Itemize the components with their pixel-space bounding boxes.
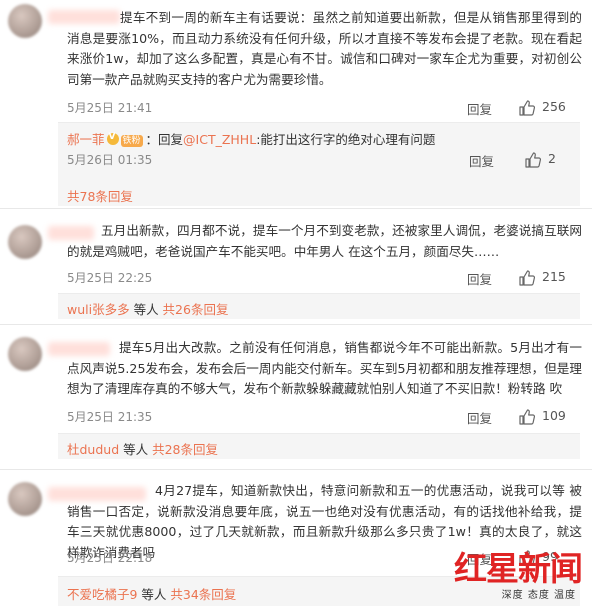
like-button[interactable]: 256 xyxy=(518,99,580,117)
comment-3: 提车5月出大改款。之前没有任何消息，销售都说今年不可能出新款。5月出才有一点风声… xyxy=(0,325,592,465)
like-count: 215 xyxy=(542,269,566,284)
sub-reply-text: :能打出这行字的绝对心理有问题 xyxy=(256,132,436,147)
like-count: 256 xyxy=(542,99,566,114)
comment-meta: 5月25日 22:25 回复 215 xyxy=(67,269,580,287)
comment-time: 5月25日 21:35 xyxy=(67,410,153,424)
comment-time: 5月25日 22:18 xyxy=(67,551,153,565)
comment-meta: 5月25日 21:35 回复 109 xyxy=(67,408,580,426)
sub-reply-meta: 5月26日 01:35 回复 2 xyxy=(67,151,572,169)
more-replies-link[interactable]: 杜dudud 等人 共28条回复 xyxy=(67,439,218,458)
sub-reply-button[interactable]: 回复 xyxy=(469,151,494,170)
reply-box: wuli张多多 等人 共26条回复 xyxy=(58,293,580,319)
reply-button[interactable]: 回复 xyxy=(467,408,492,427)
more-replies-etc: 等人 xyxy=(137,587,171,602)
comment-time: 5月25日 22:25 xyxy=(67,271,153,285)
more-replies-count[interactable]: 共26条回复 xyxy=(163,302,229,317)
more-replies-link[interactable]: 共78条回复 xyxy=(67,186,133,205)
reply-box: 郝一菲 铁粉：回复@ICT_ZHHL:能打出这行字的绝对心理有问题 5月26日 0… xyxy=(58,122,580,206)
thumbs-up-icon xyxy=(519,270,536,286)
comment-text: 提车5月出大改款。之前没有任何消息，销售都说今年不可能出新款。5月出才有一点风声… xyxy=(67,340,582,396)
brand-slogan: 深度 态度 温度 xyxy=(501,590,576,601)
avatar[interactable] xyxy=(8,482,42,516)
verified-icon xyxy=(106,132,119,145)
like-button[interactable]: 109 xyxy=(518,408,580,426)
sub-reply: 郝一菲 铁粉：回复@ICT_ZHHL:能打出这行字的绝对心理有问题 5月26日 0… xyxy=(58,123,580,175)
more-replies-link[interactable]: 不爱吃橘子9 等人 共34条回复 xyxy=(67,584,236,603)
comment-text: 五月出新款，四月都不说，提车一个月不到变老款，还被家里人调侃，老婆说搞互联网的就… xyxy=(67,223,582,259)
avatar[interactable] xyxy=(8,225,42,259)
weibo-comment-feed: 提车不到一周的新车主有话要说：虽然之前知道要出新款，但是从销售那里得到的消息是要… xyxy=(0,0,592,608)
more-replies-count[interactable]: 共78条回复 xyxy=(67,189,133,204)
more-replies-count[interactable]: 共34条回复 xyxy=(170,587,236,602)
sub-reply-line: 郝一菲 铁粉：回复@ICT_ZHHL:能打出这行字的绝对心理有问题 xyxy=(67,129,435,148)
sub-reply-prefix: ：回复 xyxy=(145,132,184,147)
comment-meta: 5月25日 21:41 回复 256 xyxy=(67,99,580,117)
thumbs-up-icon xyxy=(525,152,542,168)
brand-watermark: 红星新闻 深度 态度 温度 xyxy=(444,542,583,601)
more-replies-user[interactable]: 不爱吃橘子9 xyxy=(67,587,137,602)
more-replies-user[interactable]: wuli张多多 xyxy=(67,302,130,317)
fan-badge: 铁粉 xyxy=(120,135,143,147)
like-count: 109 xyxy=(542,408,566,423)
more-replies-link[interactable]: wuli张多多 等人 共26条回复 xyxy=(67,299,228,318)
reply-button[interactable]: 回复 xyxy=(467,269,492,288)
sub-like-button[interactable]: 2 xyxy=(524,151,568,169)
sub-reply-mention[interactable]: @ICT_ZHHL xyxy=(183,132,256,147)
thumbs-up-icon xyxy=(519,100,536,116)
comment-2: 五月出新款，四月都不说，提车一个月不到变老款，还被家里人调侃，老婆说搞互联网的就… xyxy=(0,209,592,319)
more-replies-user[interactable]: 杜dudud xyxy=(67,442,119,457)
more-replies-count[interactable]: 共28条回复 xyxy=(152,442,218,457)
reply-box: 杜dudud 等人 共28条回复 xyxy=(58,433,580,459)
like-button[interactable]: 215 xyxy=(518,269,580,287)
comment-1: 提车不到一周的新车主有话要说：虽然之前知道要出新款，但是从销售那里得到的消息是要… xyxy=(0,0,592,206)
reply-button[interactable]: 回复 xyxy=(467,99,492,118)
avatar[interactable] xyxy=(8,337,42,371)
sub-reply-author[interactable]: 郝一菲 xyxy=(67,132,105,147)
comment-text: 提车不到一周的新车主有话要说：虽然之前知道要出新款，但是从销售那里得到的消息是要… xyxy=(67,10,582,87)
avatar[interactable] xyxy=(8,4,42,38)
comment-time: 5月25日 21:41 xyxy=(67,101,153,115)
more-replies-etc: 等人 xyxy=(119,442,153,457)
thumbs-up-icon xyxy=(519,409,536,425)
more-replies-etc: 等人 xyxy=(129,302,163,317)
sub-like-count: 2 xyxy=(548,151,556,166)
brand-logo: 红星新闻 xyxy=(454,549,583,588)
sub-reply-time: 5月26日 01:35 xyxy=(67,153,153,167)
